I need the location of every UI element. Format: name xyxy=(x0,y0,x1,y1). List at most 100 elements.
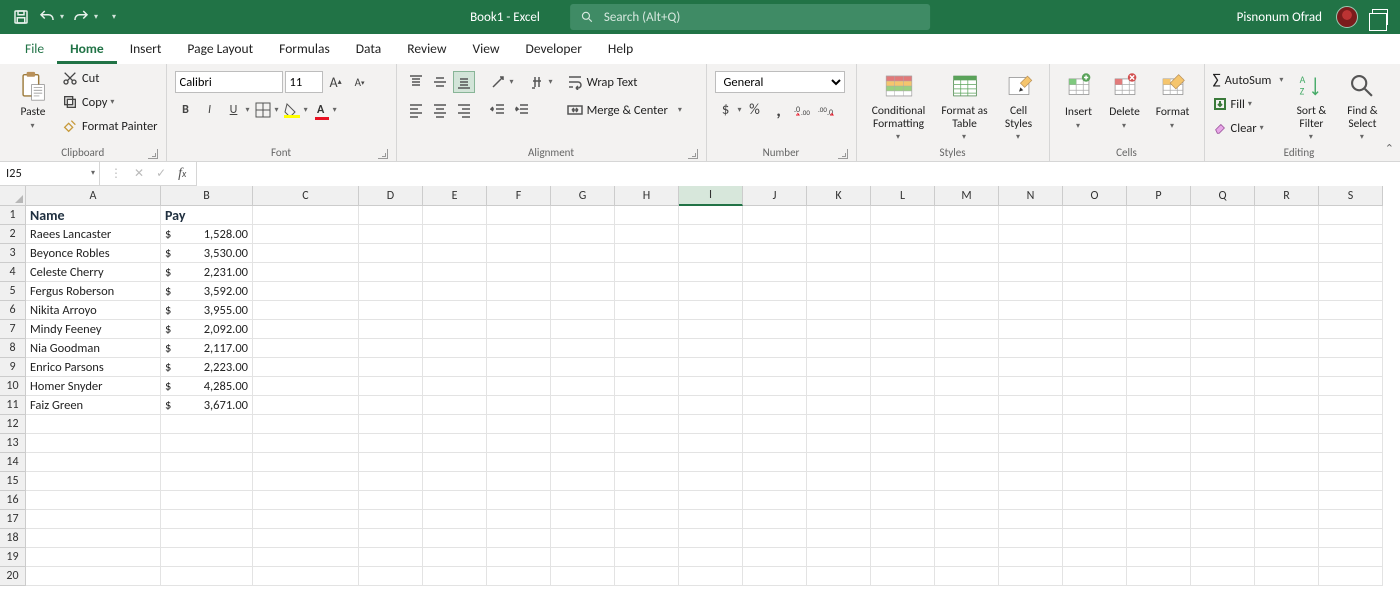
cell-D20[interactable] xyxy=(359,567,423,586)
cell-L10[interactable] xyxy=(871,377,935,396)
cell-A6[interactable]: Nikita Arroyo xyxy=(26,301,161,320)
cell-H13[interactable] xyxy=(615,434,679,453)
cell-Q1[interactable] xyxy=(1191,206,1255,225)
fill-button[interactable]: Fill▾ xyxy=(1213,93,1284,115)
comma-format-icon[interactable]: , xyxy=(768,99,790,121)
cell-L17[interactable] xyxy=(871,510,935,529)
borders-icon[interactable] xyxy=(252,99,274,121)
cell-R12[interactable] xyxy=(1255,415,1319,434)
dialog-launcher-icon[interactable] xyxy=(148,149,158,159)
cell-D16[interactable] xyxy=(359,491,423,510)
row-header-8[interactable]: 8 xyxy=(0,339,26,358)
row-header-9[interactable]: 9 xyxy=(0,358,26,377)
cell-A7[interactable]: Mindy Feeney xyxy=(26,320,161,339)
cell-I12[interactable] xyxy=(679,415,743,434)
cell-C7[interactable] xyxy=(253,320,359,339)
cell-H15[interactable] xyxy=(615,472,679,491)
cell-L3[interactable] xyxy=(871,244,935,263)
cell-E12[interactable] xyxy=(423,415,487,434)
cell-F9[interactable] xyxy=(487,358,551,377)
cell-R4[interactable] xyxy=(1255,263,1319,282)
cell-E18[interactable] xyxy=(423,529,487,548)
cell-Q9[interactable] xyxy=(1191,358,1255,377)
cell-N8[interactable] xyxy=(999,339,1063,358)
cell-M3[interactable] xyxy=(935,244,999,263)
cell-B17[interactable] xyxy=(161,510,253,529)
cell-D17[interactable] xyxy=(359,510,423,529)
cell-L8[interactable] xyxy=(871,339,935,358)
chevron-down-icon[interactable]: ▾ xyxy=(304,105,308,115)
align-center-icon[interactable] xyxy=(429,99,451,121)
cell-G12[interactable] xyxy=(551,415,615,434)
align-middle-icon[interactable] xyxy=(429,71,451,93)
cell-P15[interactable] xyxy=(1127,472,1191,491)
row-header-18[interactable]: 18 xyxy=(0,529,26,548)
cell-G5[interactable] xyxy=(551,282,615,301)
cell-F14[interactable] xyxy=(487,453,551,472)
tab-data[interactable]: Data xyxy=(343,34,394,64)
col-header-F[interactable]: F xyxy=(487,186,551,206)
cell-L18[interactable] xyxy=(871,529,935,548)
cell-I9[interactable] xyxy=(679,358,743,377)
cell-H1[interactable] xyxy=(615,206,679,225)
cell-D7[interactable] xyxy=(359,320,423,339)
cell-R20[interactable] xyxy=(1255,567,1319,586)
cell-O2[interactable] xyxy=(1063,225,1127,244)
cell-H8[interactable] xyxy=(615,339,679,358)
cell-Q12[interactable] xyxy=(1191,415,1255,434)
cell-H3[interactable] xyxy=(615,244,679,263)
cell-K11[interactable] xyxy=(807,396,871,415)
cell-E5[interactable] xyxy=(423,282,487,301)
cell-G2[interactable] xyxy=(551,225,615,244)
cell-M13[interactable] xyxy=(935,434,999,453)
cell-N14[interactable] xyxy=(999,453,1063,472)
cell-styles-button[interactable]: Cell Styles▾ xyxy=(997,67,1041,142)
cell-G4[interactable] xyxy=(551,263,615,282)
cell-R13[interactable] xyxy=(1255,434,1319,453)
cell-F20[interactable] xyxy=(487,567,551,586)
cell-R15[interactable] xyxy=(1255,472,1319,491)
cell-N17[interactable] xyxy=(999,510,1063,529)
cell-J13[interactable] xyxy=(743,434,807,453)
cell-S16[interactable] xyxy=(1319,491,1383,510)
cell-C10[interactable] xyxy=(253,377,359,396)
search-input[interactable]: Search (Alt+Q) xyxy=(570,4,930,30)
tab-review[interactable]: Review xyxy=(394,34,459,64)
cell-S7[interactable] xyxy=(1319,320,1383,339)
cell-D10[interactable] xyxy=(359,377,423,396)
cell-N19[interactable] xyxy=(999,548,1063,567)
cell-F2[interactable] xyxy=(487,225,551,244)
font-color-icon[interactable]: A xyxy=(310,99,332,121)
cell-A20[interactable] xyxy=(26,567,161,586)
cell-D12[interactable] xyxy=(359,415,423,434)
cell-L7[interactable] xyxy=(871,320,935,339)
cell-E19[interactable] xyxy=(423,548,487,567)
cell-E13[interactable] xyxy=(423,434,487,453)
cell-E14[interactable] xyxy=(423,453,487,472)
cell-A10[interactable]: Homer Snyder xyxy=(26,377,161,396)
cell-P7[interactable] xyxy=(1127,320,1191,339)
cell-R6[interactable] xyxy=(1255,301,1319,320)
cell-B8[interactable]: $2,117.00 xyxy=(161,339,253,358)
cell-S2[interactable] xyxy=(1319,225,1383,244)
cell-F3[interactable] xyxy=(487,244,551,263)
cell-I4[interactable] xyxy=(679,263,743,282)
cell-M10[interactable] xyxy=(935,377,999,396)
chevron-down-icon[interactable]: ▾ xyxy=(246,105,250,115)
cell-M4[interactable] xyxy=(935,263,999,282)
window-control-icon[interactable] xyxy=(1372,9,1388,25)
cell-O13[interactable] xyxy=(1063,434,1127,453)
chevron-down-icon[interactable]: ▾ xyxy=(275,105,279,115)
split-drag-icon[interactable]: ⋮ xyxy=(110,166,122,181)
cell-E6[interactable] xyxy=(423,301,487,320)
cell-A19[interactable] xyxy=(26,548,161,567)
cell-F16[interactable] xyxy=(487,491,551,510)
cell-L19[interactable] xyxy=(871,548,935,567)
row-header-16[interactable]: 16 xyxy=(0,491,26,510)
find-select-button[interactable]: Find & Select▾ xyxy=(1339,67,1385,142)
tab-page-layout[interactable]: Page Layout xyxy=(174,34,266,64)
cell-I6[interactable] xyxy=(679,301,743,320)
cell-I5[interactable] xyxy=(679,282,743,301)
row-header-19[interactable]: 19 xyxy=(0,548,26,567)
cell-J19[interactable] xyxy=(743,548,807,567)
